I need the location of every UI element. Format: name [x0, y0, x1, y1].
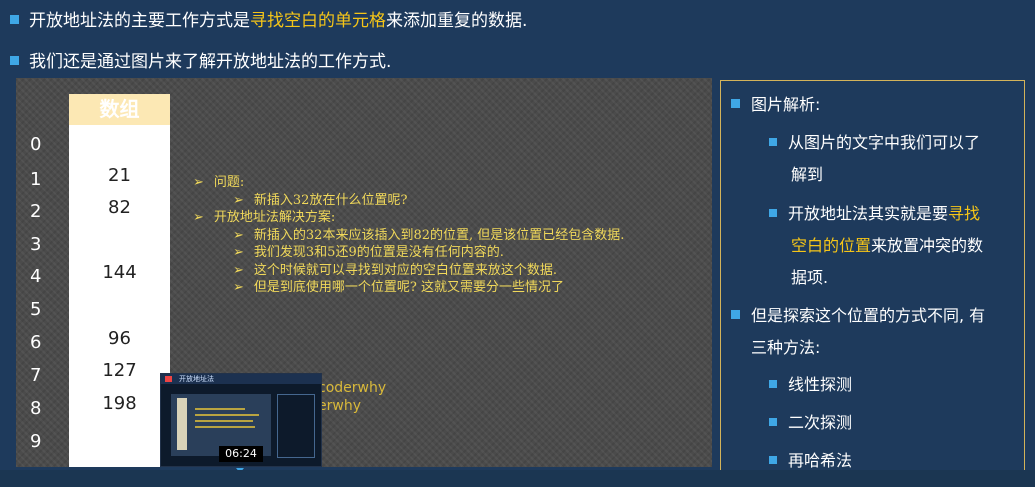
arrow-bullet-icon: ➢ — [193, 210, 204, 225]
thumbnail-titlebar: 开放地址法 — [161, 374, 321, 384]
bullet-icon — [769, 417, 777, 426]
array-index: 8 — [30, 398, 42, 419]
figure-notes: ➢ 问题: ➢ 新插入32放在什么位置呢? ➢ 开放地址法解决方案: ➢ 新插入的32本… — [193, 174, 624, 297]
watermark-text: erwhy — [318, 398, 361, 414]
bullet-open-addressing: 开放地址法的主要工作方式是寻找空白的单元格来添加重复的数据. — [10, 6, 527, 31]
notes-question: ➢ 问题: — [193, 175, 245, 190]
arrow-bullet-icon: ➢ — [233, 192, 244, 208]
arrow-bullet-icon: ➢ — [233, 280, 244, 295]
array-index: 2 — [30, 201, 42, 222]
array-index: 1 — [30, 169, 42, 190]
video-timestamp: 06:24 — [219, 446, 263, 462]
array-index: 5 — [30, 299, 42, 320]
array-index: 3 — [30, 234, 42, 255]
bottom-cut-banner — [0, 470, 1035, 487]
method-item: 线性探测 — [769, 369, 852, 401]
bullet-icon — [10, 55, 19, 65]
analysis-item-cont: 三种方法: — [751, 338, 821, 357]
bullet-icon — [769, 137, 777, 146]
array-value: 144 — [102, 262, 137, 283]
notes-item: ➢ 我们发现3和5还9的位置是没有任何内容的. — [233, 245, 504, 260]
array-value: 21 — [108, 165, 131, 186]
array-value: 96 — [108, 328, 131, 349]
array-value: 127 — [102, 360, 137, 381]
arrow-bullet-icon: ➢ — [193, 175, 204, 190]
thumbnail-sidebar — [277, 394, 315, 458]
array-index: 6 — [30, 332, 42, 353]
array-header: 数组 — [69, 94, 170, 125]
method-item: 二次探测 — [769, 407, 852, 439]
watermark-text: coderwhy — [318, 380, 387, 396]
bullet-picture-intro: 我们还是通过图片来了解开放地址法的工作方式. — [10, 47, 391, 72]
arrow-bullet-icon: ➢ — [233, 262, 244, 278]
highlight-text: 寻找空白的单元格 — [250, 11, 386, 31]
highlight-text: 寻找 — [948, 204, 981, 223]
notes-item: ➢ 新插入32放在什么位置呢? — [233, 192, 408, 208]
highlight-text: 空白的位置 — [791, 236, 872, 255]
bullet-icon — [731, 99, 740, 108]
analysis-sub-item: 从图片的文字中我们可以了 — [769, 127, 980, 159]
arrow-bullet-icon: ➢ — [233, 245, 244, 260]
analysis-sub-item: 开放地址法其实就是要寻找 — [769, 198, 980, 230]
arrow-bullet-icon: ➢ — [233, 227, 244, 243]
bullet-icon — [769, 379, 777, 388]
analysis-title: 图片解析: — [731, 89, 820, 121]
array-index: 7 — [30, 365, 42, 386]
bullet-icon — [10, 14, 19, 24]
array-index: 0 — [30, 134, 42, 155]
notes-item: ➢ 这个时候就可以寻找到对应的空白位置来放这个数据. — [233, 262, 558, 278]
bullet-icon — [769, 208, 777, 217]
array-figure-panel: 数组 0 1 2 3 4 5 6 7 8 9 21 82 144 96 127 … — [16, 78, 712, 467]
array-index: 9 — [30, 431, 42, 452]
array-value: 82 — [108, 197, 131, 218]
app-logo-icon — [165, 376, 172, 382]
analysis-panel: 图片解析: 从图片的文字中我们可以了 解到 开放地址法其实就是要寻找 空白的位置… — [720, 80, 1025, 481]
notes-item: ➢ 但是到底使用哪一个位置呢? 这就又需要分一些情况了 — [233, 280, 565, 295]
analysis-sub-item-cont: 空白的位置来放置冲突的数 — [791, 236, 984, 255]
notes-solution: ➢ 开放地址法解决方案: — [193, 210, 336, 225]
array-value: 198 — [102, 393, 137, 414]
notes-item: ➢ 新插入的32本来应该插入到82的位置, 但是该位置已经包含数据. — [233, 227, 625, 243]
bullet-icon — [769, 455, 777, 464]
analysis-sub-item-cont: 据项. — [791, 268, 829, 287]
bullet-icon — [731, 310, 740, 319]
video-thumbnail[interactable]: 开放地址法 06:24 — [160, 373, 322, 467]
analysis-item: 但是探索这个位置的方式不同, 有 — [731, 300, 985, 332]
analysis-sub-item-cont: 解到 — [791, 165, 824, 184]
array-index: 4 — [30, 266, 42, 287]
